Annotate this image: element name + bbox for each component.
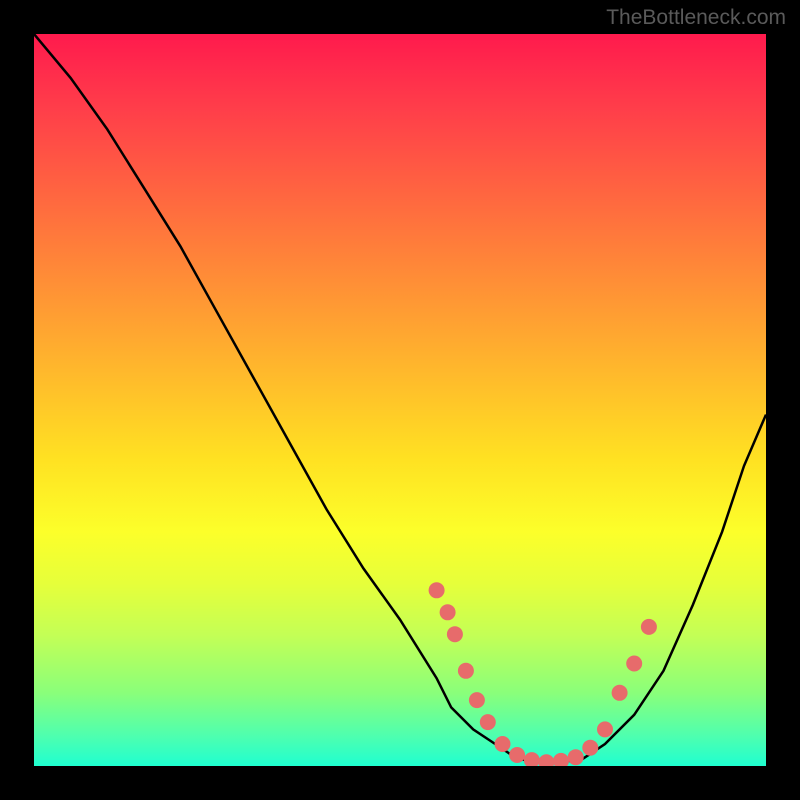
plot-area	[34, 34, 766, 766]
chart-container: TheBottleneck.com	[0, 0, 800, 800]
curve-line	[34, 34, 766, 762]
marker-point	[429, 582, 445, 598]
marker-point	[597, 721, 613, 737]
marker-point	[447, 626, 463, 642]
marker-point	[480, 714, 496, 730]
marker-point	[469, 692, 485, 708]
marker-point	[582, 740, 598, 756]
marker-point	[626, 656, 642, 672]
marker-point	[612, 685, 628, 701]
marker-point	[538, 754, 554, 766]
marker-point	[553, 753, 569, 766]
marker-point	[440, 604, 456, 620]
chart-svg	[34, 34, 766, 766]
marker-point	[495, 736, 511, 752]
marker-point	[458, 663, 474, 679]
marker-point	[524, 752, 540, 766]
data-markers	[429, 582, 657, 766]
marker-point	[641, 619, 657, 635]
watermark-text: TheBottleneck.com	[606, 6, 786, 30]
marker-point	[509, 747, 525, 763]
marker-point	[568, 749, 584, 765]
main-curve	[34, 34, 766, 762]
